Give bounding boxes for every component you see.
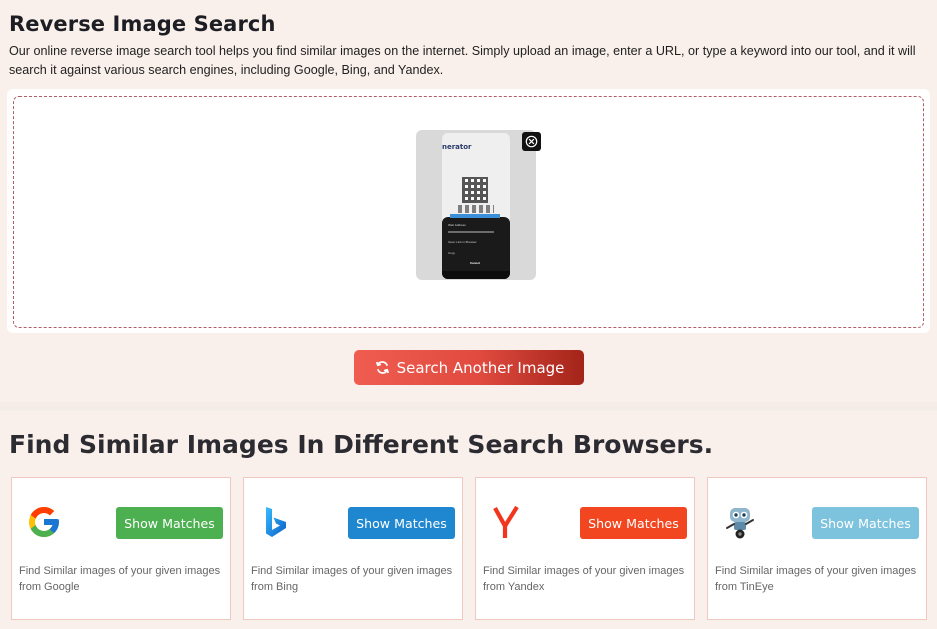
screenshot-dialog-item: Open Link in Browser bbox=[448, 240, 477, 244]
upload-section: Reverse Image Search Our online reverse … bbox=[0, 0, 937, 402]
qr-code-strip bbox=[458, 205, 494, 213]
yandex-icon bbox=[493, 505, 519, 538]
circle-x-icon bbox=[525, 135, 538, 148]
image-drop-zone[interactable]: nerator Web Address Open Link in Browser… bbox=[13, 96, 924, 328]
search-another-label: Search Another Image bbox=[396, 358, 565, 377]
engine-description: Find Similar images of your given images… bbox=[251, 565, 453, 593]
engines-section: Find Similar Images In Different Search … bbox=[0, 411, 937, 629]
screenshot-dialog: Web Address Open Link in Browser Copy Ca… bbox=[442, 214, 510, 279]
qr-code-image bbox=[462, 177, 488, 203]
engine-description: Find Similar images of your given images… bbox=[483, 565, 685, 593]
engine-card-bing: Show Matches Find Similar images of your… bbox=[243, 477, 463, 620]
engine-description: Find Similar images of your given images… bbox=[19, 565, 221, 593]
remove-image-button[interactable] bbox=[522, 132, 541, 151]
engines-heading: Find Similar Images In Different Search … bbox=[9, 430, 714, 459]
uploaded-image-preview: nerator Web Address Open Link in Browser… bbox=[416, 130, 536, 280]
engine-card-tineye: Show Matches Find Similar images of your… bbox=[707, 477, 927, 620]
engine-description: Find Similar images of your given images… bbox=[715, 565, 917, 593]
page-description: Our online reverse image search tool hel… bbox=[9, 44, 916, 77]
screenshot-dialog-title: Web Address bbox=[448, 223, 466, 227]
screenshot-dialog-item: Copy bbox=[448, 251, 456, 255]
bing-icon bbox=[266, 507, 286, 537]
page-title: Reverse Image Search bbox=[9, 12, 276, 36]
upload-panel: nerator Web Address Open Link in Browser… bbox=[7, 89, 930, 333]
show-matches-button-bing[interactable]: Show Matches bbox=[348, 507, 455, 539]
show-matches-button-yandex[interactable]: Show Matches bbox=[580, 507, 687, 539]
show-matches-button-google[interactable]: Show Matches bbox=[116, 507, 223, 539]
uploaded-phone-screenshot: nerator Web Address Open Link in Browser… bbox=[442, 133, 510, 279]
show-matches-button-tineye[interactable]: Show Matches bbox=[812, 507, 919, 539]
engine-card-yandex: Show Matches Find Similar images of your… bbox=[475, 477, 695, 620]
engine-card-google: Show Matches Find Similar images of your… bbox=[11, 477, 231, 620]
search-another-image-button[interactable]: Search Another Image bbox=[354, 350, 584, 385]
tineye-robot-icon bbox=[726, 508, 754, 539]
google-icon bbox=[29, 507, 59, 537]
refresh-icon bbox=[375, 361, 389, 374]
screenshot-brand-text: nerator bbox=[442, 143, 472, 151]
screenshot-dialog-action: Cancel bbox=[470, 261, 480, 265]
